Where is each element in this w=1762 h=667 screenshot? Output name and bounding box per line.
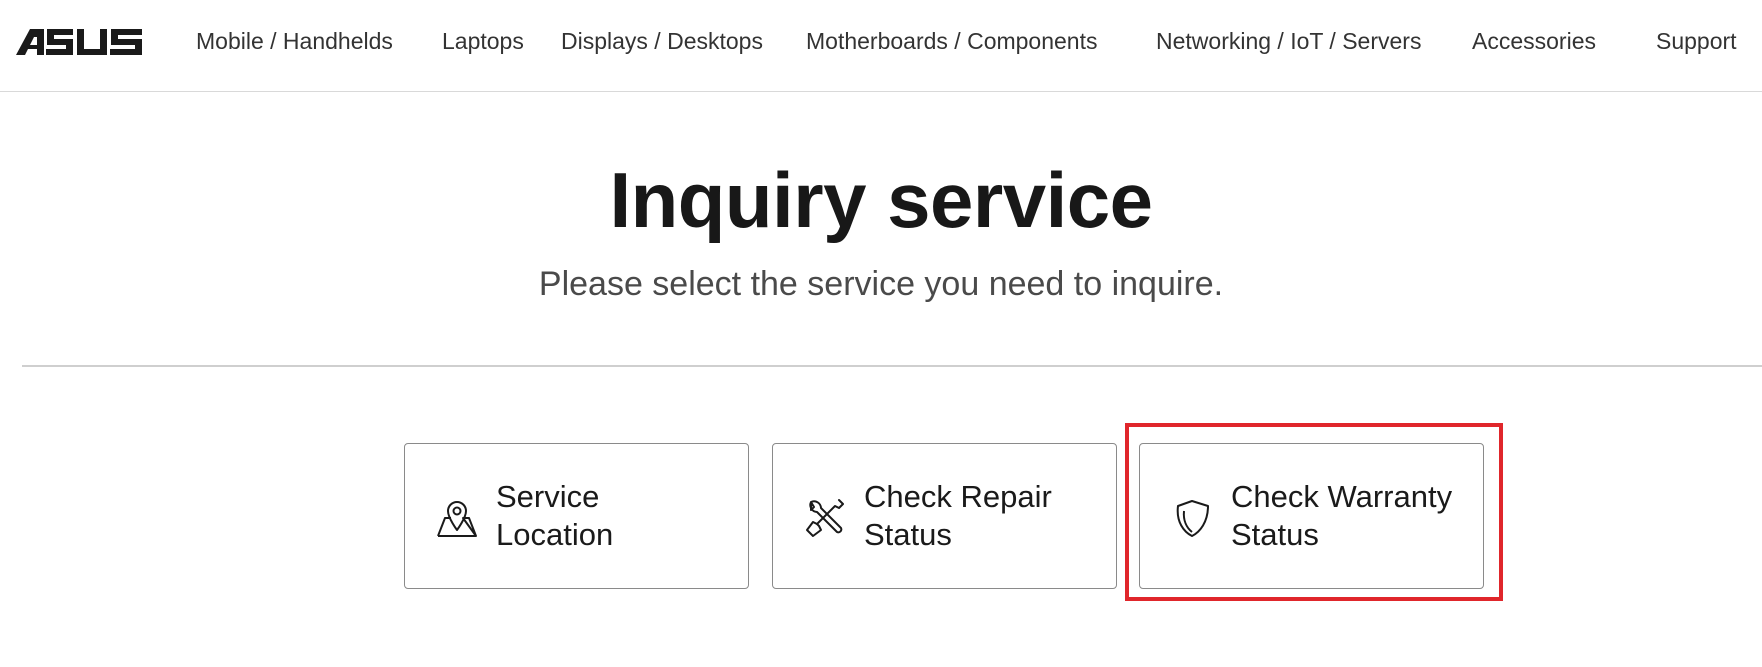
nav-accessories[interactable]: Accessories <box>1472 24 1596 58</box>
highlight-box <box>1125 423 1503 601</box>
nav-mobile-handhelds[interactable]: Mobile / Handhelds <box>196 24 393 58</box>
nav-support[interactable]: Support <box>1656 24 1737 58</box>
asus-logo[interactable] <box>16 29 142 55</box>
page-title: Inquiry service <box>609 156 1153 244</box>
top-navigation-bar: Mobile / Handhelds Laptops Displays / De… <box>0 0 1762 92</box>
service-location-card[interactable]: Service Location <box>404 443 749 589</box>
check-repair-status-card[interactable]: Check Repair Status <box>772 443 1117 589</box>
map-pin-icon <box>437 501 477 537</box>
nav-laptops[interactable]: Laptops <box>442 24 524 58</box>
check-repair-status-label: Check Repair Status <box>864 479 1052 552</box>
nav-displays-desktops[interactable]: Displays / Desktops <box>561 24 763 58</box>
nav-motherboards-components[interactable]: Motherboards / Components <box>806 24 1098 58</box>
section-divider <box>22 365 1762 367</box>
nav-networking-iot-servers[interactable]: Networking / IoT / Servers <box>1156 24 1421 58</box>
service-location-label: Service Location <box>496 479 614 552</box>
tools-icon <box>806 499 844 537</box>
page-subtitle: Please select the service you need to in… <box>538 265 1224 303</box>
